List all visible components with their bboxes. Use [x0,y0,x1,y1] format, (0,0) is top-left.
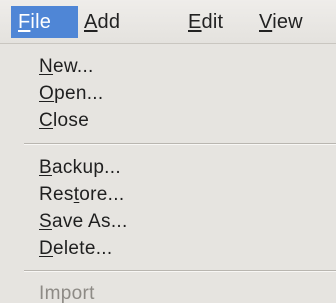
add-menu-label: dd [97,11,121,33]
file-menu-mnemonic: F [18,11,31,33]
menu-item-new-mnemonic: N [39,56,54,77]
menu-item-delete[interactable]: Delete... [39,236,112,262]
menu-item-delete-mnemonic: D [39,238,54,259]
edit-menu-mnemonic: E [188,11,202,33]
menu-item-restore[interactable]: Restore... [39,182,124,208]
file-menu-label: ile [30,11,52,33]
add-menu-mnemonic: A [84,11,98,33]
view-menu[interactable]: View [252,6,310,38]
menu-item-close[interactable]: Close [39,108,89,134]
file-menu-dropdown: New... Open... Close Backup... Restore..… [24,44,336,303]
menu-item-save-as[interactable]: Save As... [39,209,128,235]
menu-item-close-label: lose [53,110,90,131]
edit-menu[interactable]: Edit [181,6,230,38]
menu-separator [24,270,336,272]
menu-item-new-label: ew... [53,56,94,77]
menu-item-open-mnemonic: O [39,83,55,104]
view-menu-label: iew [272,11,303,33]
view-menu-mnemonic: V [259,11,273,33]
menu-item-import: Import [39,281,95,303]
menu-item-close-mnemonic: C [39,110,54,131]
menu-item-backup-label: ackup... [51,157,121,178]
menu-bar: File Add Edit View [0,0,336,44]
menu-item-restore-label: ore... [79,184,125,205]
add-menu[interactable]: Add [77,6,127,38]
edit-menu-label: dit [201,11,224,33]
menu-item-delete-label: elete... [53,238,113,259]
file-menu[interactable]: File [11,6,78,38]
menu-item-save-as-mnemonic: S [39,211,52,232]
menu-item-import-label: Import [39,283,95,303]
menu-item-new[interactable]: New... [39,54,94,80]
menu-item-restore-prefix: Res [39,184,74,205]
menu-item-backup-mnemonic: B [39,157,52,178]
menu-separator [24,143,336,145]
menu-item-open[interactable]: Open... [39,81,103,107]
menu-item-open-label: pen... [54,83,104,104]
menu-item-save-as-label: ave As... [51,211,128,232]
application-window: File Add Edit View New... Open... Close … [0,0,336,303]
menu-item-backup[interactable]: Backup... [39,155,121,181]
